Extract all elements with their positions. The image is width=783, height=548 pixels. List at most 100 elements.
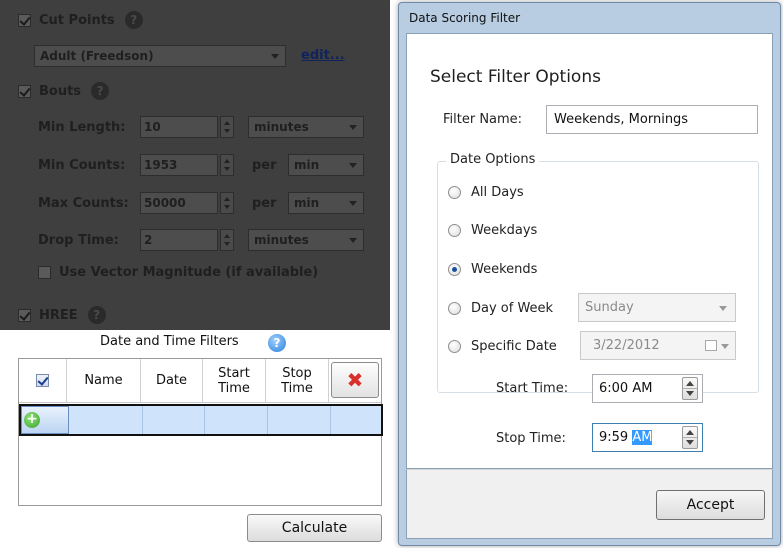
radio-weekdays[interactable]: Weekdays	[448, 223, 537, 238]
edit-cut-points-link[interactable]: edit...	[301, 48, 345, 63]
max-counts-unit-value: min	[294, 196, 320, 210]
bouts-checkbox[interactable]	[18, 84, 31, 98]
spin-down-icon	[686, 440, 694, 445]
min-length-input[interactable]: 10	[140, 116, 218, 138]
new-row-date-cell[interactable]	[143, 406, 205, 434]
vector-magnitude-row: Use Vector Magnitude (if available)	[38, 265, 318, 280]
hree-help-icon[interactable]: ?	[87, 306, 106, 324]
bouts-help-icon[interactable]: ?	[91, 82, 110, 100]
day-of-week-value: Sunday	[585, 300, 634, 315]
vector-magnitude-checkbox[interactable]	[38, 266, 51, 279]
data-scoring-filter-dialog: Data Scoring Filter Select Filter Option…	[398, 2, 781, 546]
filter-name-label: Filter Name:	[443, 112, 523, 127]
min-counts-unit-value: min	[294, 158, 320, 172]
chevron-down-icon	[349, 201, 357, 206]
radio-button[interactable]	[448, 302, 461, 315]
calculate-button[interactable]: Calculate	[247, 514, 382, 542]
date-options-group: Date Options All Days Weekdays Weekends …	[437, 152, 759, 393]
chevron-down-icon	[349, 125, 357, 130]
drop-time-input[interactable]: 2	[140, 229, 218, 251]
accept-button[interactable]: Accept	[656, 490, 765, 520]
table-header: Name Date Start Time Stop Time	[19, 359, 381, 403]
radio-specific-date-label: Specific Date	[471, 339, 557, 354]
max-counts-unit-select[interactable]: min	[288, 192, 364, 214]
date-time-filters-table: Name Date Start Time Stop Time ✖ +	[18, 358, 383, 506]
radio-weekends-label: Weekends	[471, 262, 538, 277]
new-row-name-cell[interactable]	[69, 406, 143, 434]
cut-points-select[interactable]: Adult (Freedson)	[34, 45, 286, 67]
day-of-week-select[interactable]: Sunday	[578, 293, 736, 322]
min-counts-spinner[interactable]	[220, 154, 234, 176]
chevron-down-icon	[719, 306, 727, 311]
new-row-start-time-cell[interactable]	[205, 406, 268, 434]
red-x-icon: ✖	[346, 368, 364, 392]
filter-name-input[interactable]: Weekends, Mornings	[546, 105, 758, 134]
select-all-checkbox[interactable]	[36, 374, 49, 387]
radio-all-days[interactable]: All Days	[448, 185, 524, 200]
drop-time-unit-select[interactable]: minutes	[248, 229, 364, 251]
dialog-title: Data Scoring Filter	[409, 11, 521, 25]
column-header-stop-time[interactable]: Stop Time	[266, 359, 329, 402]
hree-label: HREE	[39, 307, 78, 323]
spin-up-icon	[686, 381, 694, 386]
column-header-name[interactable]: Name	[67, 359, 141, 402]
min-length-unit-select[interactable]: minutes	[248, 116, 364, 138]
start-time-input[interactable]: 6:00 AM	[592, 374, 703, 403]
radio-button[interactable]	[448, 186, 461, 199]
cut-points-checkbox[interactable]	[18, 13, 31, 27]
column-header-start-time[interactable]: Start Time	[203, 359, 266, 402]
cut-points-help-icon[interactable]: ?	[124, 11, 143, 29]
bouts-label: Bouts	[39, 83, 82, 99]
min-length-unit-value: minutes	[254, 120, 309, 134]
min-counts-label: Min Counts:	[38, 158, 126, 173]
cut-points-select-value: Adult (Freedson)	[40, 49, 154, 63]
dialog-heading: Select Filter Options	[430, 67, 601, 87]
calendar-icon[interactable]	[705, 340, 717, 351]
min-length-spinner[interactable]	[220, 116, 234, 138]
stop-time-selected-meridiem: AM	[632, 430, 653, 445]
new-filter-row[interactable]: +	[19, 404, 383, 436]
radio-specific-date[interactable]: Specific Date	[448, 339, 557, 354]
stop-time-input[interactable]: 9:59 AM	[592, 423, 703, 452]
stop-time-value: 9:59	[599, 430, 629, 445]
max-counts-input[interactable]: 50000	[140, 192, 218, 214]
hree-checkbox[interactable]	[18, 308, 31, 322]
radio-day-of-week-label: Day of Week	[471, 301, 554, 316]
stop-time-label: Stop Time:	[496, 431, 566, 446]
delete-filter-button[interactable]: ✖	[331, 362, 379, 398]
stop-time-spinner[interactable]	[682, 426, 698, 449]
max-counts-spinner[interactable]	[220, 192, 234, 214]
column-header-date[interactable]: Date	[141, 359, 203, 402]
drop-time-spinner[interactable]	[220, 229, 234, 251]
min-counts-unit-select[interactable]: min	[288, 154, 364, 176]
date-time-filters-help-icon[interactable]: ?	[268, 334, 286, 352]
new-row-stop-time-cell[interactable]	[268, 406, 331, 434]
start-time-value: 6:00 AM	[599, 381, 653, 396]
dialog-title-bar[interactable]: Data Scoring Filter	[399, 3, 780, 33]
date-time-filters-title: Date and Time Filters	[100, 334, 239, 349]
vector-magnitude-label: Use Vector Magnitude (if available)	[59, 265, 319, 280]
date-options-legend: Date Options	[446, 152, 540, 167]
min-counts-per-label: per	[252, 158, 277, 173]
hree-row: HREE ?	[18, 306, 106, 324]
add-filter-button[interactable]: +	[21, 406, 69, 434]
cut-points-row: Cut Points ?	[18, 11, 143, 29]
radio-button[interactable]	[448, 340, 461, 353]
chevron-down-icon	[271, 54, 279, 59]
radio-weekends[interactable]: Weekends	[448, 262, 537, 277]
drop-time-label: Drop Time:	[38, 233, 119, 248]
specific-date-picker[interactable]: 3/22/2012	[580, 331, 736, 360]
radio-button-selected[interactable]	[448, 263, 461, 276]
chevron-down-icon	[349, 238, 357, 243]
min-counts-input[interactable]: 1953	[140, 154, 218, 176]
max-counts-per-label: per	[252, 196, 277, 211]
radio-weekdays-label: Weekdays	[471, 223, 538, 238]
start-time-spinner[interactable]	[682, 377, 698, 400]
start-time-label: Start Time:	[496, 381, 569, 396]
spin-down-icon	[686, 391, 694, 396]
chevron-down-icon	[721, 344, 729, 349]
max-counts-label: Max Counts:	[38, 196, 129, 211]
radio-day-of-week[interactable]: Day of Week	[448, 301, 553, 316]
chevron-down-icon	[349, 163, 357, 168]
radio-button[interactable]	[448, 224, 461, 237]
